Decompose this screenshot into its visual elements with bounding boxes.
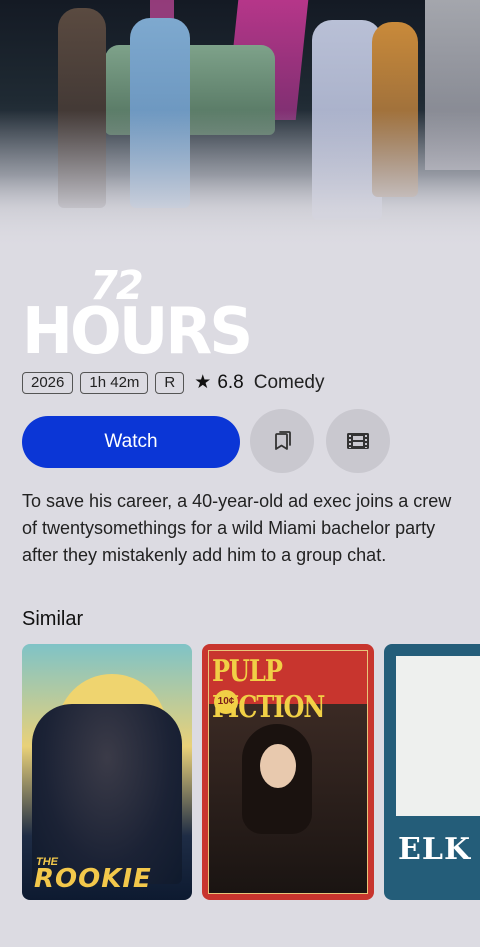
bookmark-icon: [275, 431, 291, 450]
poster-title: ROOKIE: [34, 864, 152, 894]
similar-heading: Similar: [22, 608, 84, 630]
watch-button-label: Watch: [104, 431, 158, 452]
trailer-button[interactable]: [326, 409, 390, 473]
poster-price-badge: 10¢: [214, 690, 238, 714]
score-value: 6.8: [217, 371, 244, 393]
duration-chip: 1h 42m: [80, 371, 149, 394]
poster-title: ELK: [398, 832, 472, 867]
genre-label: Comedy: [253, 371, 325, 393]
meta-row: 2026 1h 42m R ★ 6.8 Comedy: [22, 371, 324, 394]
poster-title: PULP FICTION: [212, 652, 325, 725]
title-logo-word: HOURS: [22, 295, 253, 369]
bookmark-button[interactable]: [250, 409, 314, 473]
score: ★ 6.8: [194, 371, 243, 394]
hero-artwork: [0, 0, 480, 250]
year-chip: 2026: [22, 371, 74, 394]
movie-description: To save his career, a 40-year-old ad exe…: [22, 491, 452, 565]
rating-chip: R: [155, 371, 185, 394]
hero-fade: [0, 110, 480, 250]
star-icon: ★: [194, 372, 212, 393]
watch-button[interactable]: Watch: [22, 416, 240, 468]
similar-poster-elk[interactable]: ELK: [384, 644, 480, 900]
film-icon: [347, 433, 369, 449]
similar-poster-pulp-fiction[interactable]: PULP FICTION 10¢: [202, 644, 374, 900]
poster-art: [396, 656, 480, 816]
similar-poster-the-rookie[interactable]: THE ROOKIE: [22, 644, 192, 900]
